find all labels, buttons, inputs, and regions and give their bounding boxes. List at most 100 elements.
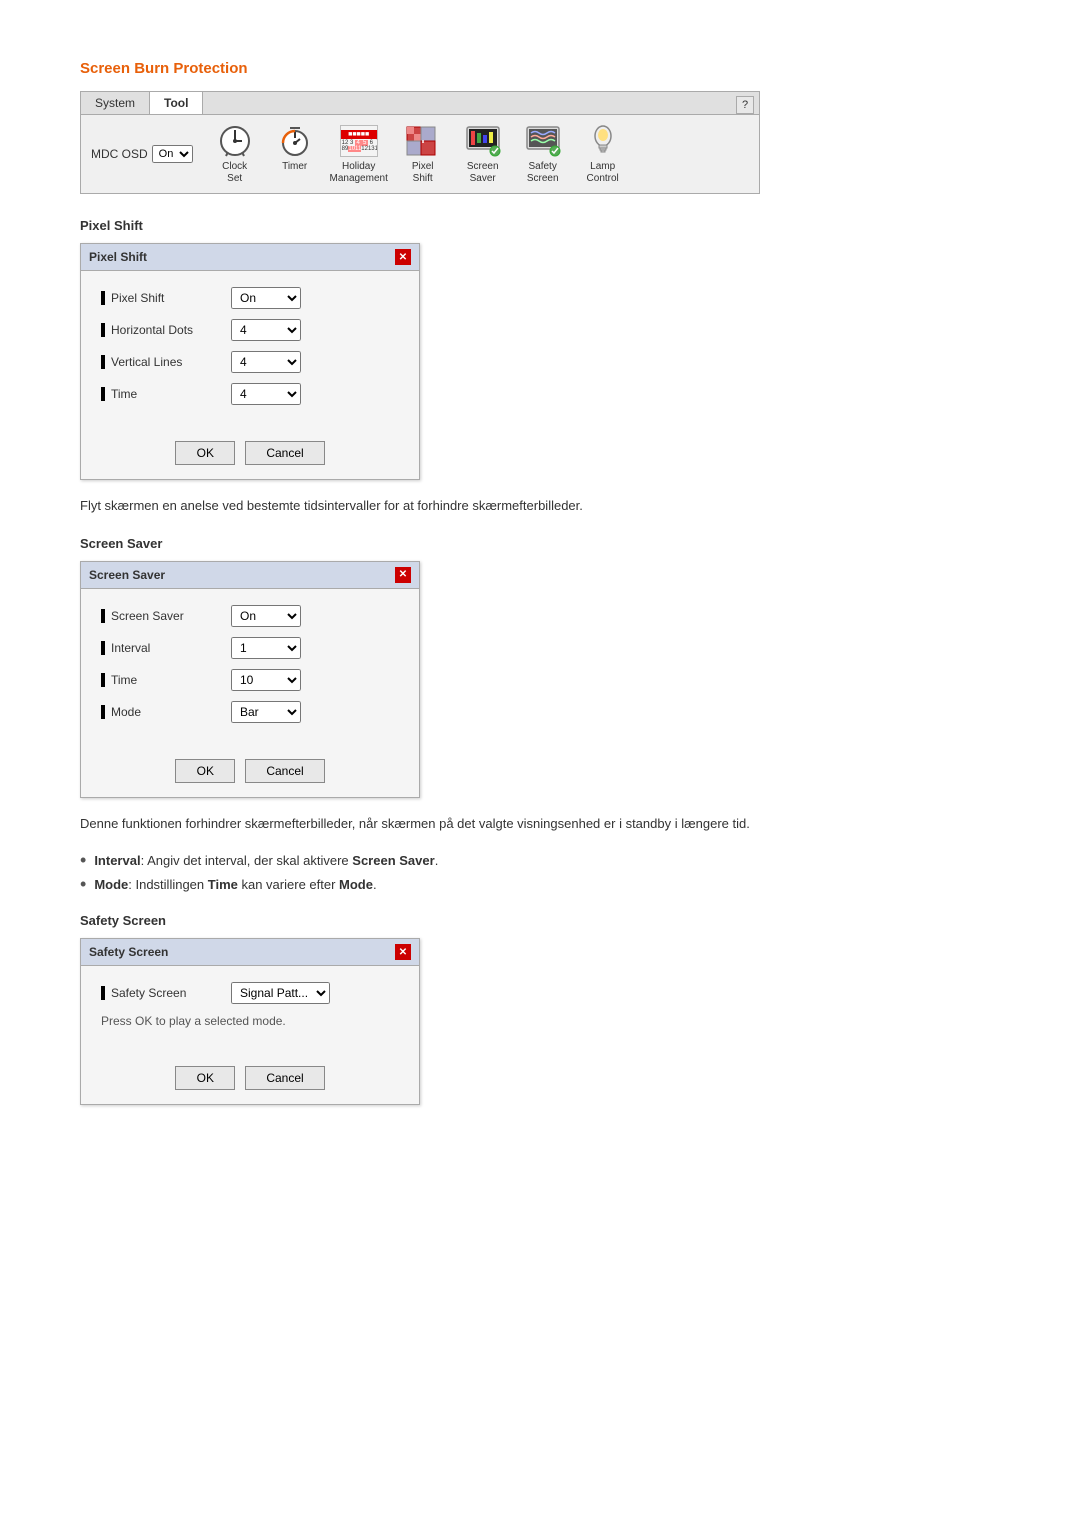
row-indicator	[101, 355, 105, 369]
safety-screen-icon	[523, 123, 563, 159]
timer-icon	[275, 123, 315, 159]
toolbar-item-safety-screen[interactable]: SafetyScreen	[517, 123, 569, 185]
safety-screen-dialog: Safety Screen ✕ Safety Screen Signal Pat…	[80, 938, 420, 1105]
row-indicator	[101, 387, 105, 401]
safety-screen-row-safety: Safety Screen Signal Patt...BarEraserAll…	[101, 982, 399, 1004]
toolbar-item-lamp-control[interactable]: LampControl	[577, 123, 629, 185]
tab-system[interactable]: System	[81, 92, 150, 114]
screen-saver-icon	[463, 123, 503, 159]
screen-saver-dialog: Screen Saver ✕ Screen Saver OnOff Interv…	[80, 561, 420, 798]
safety-screen-dialog-title: Safety Screen	[89, 945, 168, 959]
pixel-shift-label-vertical-lines: Vertical Lines	[101, 355, 231, 369]
screen-saver-label-mode: Mode	[101, 705, 231, 719]
pixel-shift-value-horizontal-dots[interactable]: 4123	[231, 319, 301, 341]
safety-screen-label: SafetyScreen	[527, 161, 559, 185]
pixel-shift-label-pixel-shift: Pixel Shift	[101, 291, 231, 305]
screen-saver-value-mode[interactable]: BarPixelFade	[231, 701, 301, 723]
safety-screen-press-ok-text: Press OK to play a selected mode.	[101, 1014, 399, 1028]
pixel-shift-ok-button[interactable]: OK	[175, 441, 235, 465]
holiday-icon: ■■■■■ 123 45 67 89 1011 1213 14	[335, 123, 383, 159]
screen-saver-value-interval[interactable]: 12510	[231, 637, 301, 659]
safety-screen-footer: OK Cancel	[81, 1056, 419, 1104]
pixel-shift-value-time[interactable]: 4123	[231, 383, 301, 405]
row-indicator	[101, 986, 105, 1000]
toolbar-item-pixel-shift[interactable]: PixelShift	[397, 123, 449, 185]
pixel-shift-footer: OK Cancel	[81, 431, 419, 479]
row-indicator	[101, 323, 105, 337]
pixel-shift-dialog-title: Pixel Shift	[89, 250, 147, 264]
safety-screen-ok-button[interactable]: OK	[175, 1066, 235, 1090]
screen-saver-description: Denne funktionen forhindrer skærmefterbi…	[80, 814, 1000, 834]
screen-saver-label: ScreenSaver	[467, 161, 499, 185]
bullet-mode: • Mode: Indstillingen Time kan variere e…	[80, 877, 1000, 893]
mdc-osd-row: MDC OSD On Off	[91, 145, 193, 163]
pixel-shift-row-vertical-lines: Vertical Lines 4123	[101, 351, 399, 373]
lamp-control-icon	[583, 123, 623, 159]
pixel-shift-label-horizontal-dots: Horizontal Dots	[101, 323, 231, 337]
clock-set-icon	[215, 123, 255, 159]
safety-screen-close-button[interactable]: ✕	[395, 944, 411, 960]
screen-saver-titlebar: Screen Saver ✕	[81, 562, 419, 589]
mdc-osd-label: MDC OSD	[91, 147, 148, 161]
toolbar-item-screen-saver[interactable]: ScreenSaver	[457, 123, 509, 185]
screen-saver-label-interval: Interval	[101, 641, 231, 655]
screen-saver-value-time[interactable]: 101520	[231, 669, 301, 691]
pixel-shift-value-vertical-lines[interactable]: 4123	[231, 351, 301, 373]
pixel-shift-row-horizontal-dots: Horizontal Dots 4123	[101, 319, 399, 341]
pixel-shift-description: Flyt skærmen en anelse ved bestemte tids…	[80, 496, 1000, 516]
screen-saver-close-button[interactable]: ✕	[395, 567, 411, 583]
screen-saver-row-time: Time 101520	[101, 669, 399, 691]
pixel-shift-value-pixel-shift[interactable]: OnOff	[231, 287, 301, 309]
screen-saver-ok-button[interactable]: OK	[175, 759, 235, 783]
toolbar-item-timer[interactable]: Timer	[269, 123, 321, 185]
screen-saver-label-time: Time	[101, 673, 231, 687]
safety-screen-value-safety[interactable]: Signal Patt...BarEraserAll White	[231, 982, 330, 1004]
pixel-shift-close-button[interactable]: ✕	[395, 249, 411, 265]
toolbar-panel: System Tool ? MDC OSD On Off	[80, 91, 760, 194]
bullet-interval-text: Interval: Angiv det interval, der skal a…	[94, 853, 438, 868]
tab-tool[interactable]: Tool	[150, 92, 203, 114]
pixel-shift-label-time: Time	[101, 387, 231, 401]
toolbar-tabs: System Tool ?	[81, 92, 759, 115]
timer-label: Timer	[282, 161, 307, 173]
screen-saver-cancel-button[interactable]: Cancel	[245, 759, 324, 783]
help-button[interactable]: ?	[736, 96, 754, 114]
pixel-shift-label: PixelShift	[412, 161, 434, 185]
screen-saver-label-screen-saver: Screen Saver	[101, 609, 231, 623]
screen-saver-body: Screen Saver OnOff Interval 12510 Time 1…	[81, 589, 419, 749]
pixel-shift-body: Pixel Shift OnOff Horizontal Dots 4123 V…	[81, 271, 419, 431]
toolbar-item-clock-set[interactable]: ClockSet	[209, 123, 261, 185]
safety-screen-titlebar: Safety Screen ✕	[81, 939, 419, 966]
row-indicator	[101, 609, 105, 623]
screen-saver-row-interval: Interval 12510	[101, 637, 399, 659]
screen-saver-value-screen-saver[interactable]: OnOff	[231, 605, 301, 627]
bullet-mode-text: Mode: Indstillingen Time kan variere eft…	[94, 877, 376, 892]
safety-screen-section-title: Safety Screen	[80, 913, 1000, 928]
pixel-shift-section-title: Pixel Shift	[80, 218, 1000, 233]
screen-saver-section-title: Screen Saver	[80, 536, 1000, 551]
bullet-interval: • Interval: Angiv det interval, der skal…	[80, 853, 1000, 869]
toolbar-items: ClockSet Timer	[209, 123, 629, 185]
pixel-shift-dialog: Pixel Shift ✕ Pixel Shift OnOff Horizont…	[80, 243, 420, 480]
bullet-dot-interval: •	[80, 851, 86, 869]
toolbar-body: MDC OSD On Off Clock	[81, 115, 759, 193]
section-title: Screen Burn Protection	[80, 60, 1000, 77]
safety-screen-body: Safety Screen Signal Patt...BarEraserAll…	[81, 966, 419, 1056]
pixel-shift-titlebar: Pixel Shift ✕	[81, 244, 419, 271]
pixel-shift-row-pixel-shift: Pixel Shift OnOff	[101, 287, 399, 309]
lamp-control-label: LampControl	[587, 161, 619, 185]
safety-screen-label-safety: Safety Screen	[101, 986, 231, 1000]
safety-screen-cancel-button[interactable]: Cancel	[245, 1066, 324, 1090]
row-indicator	[101, 291, 105, 305]
pixel-shift-row-time: Time 4123	[101, 383, 399, 405]
pixel-shift-icon	[403, 123, 443, 159]
screen-saver-footer: OK Cancel	[81, 749, 419, 797]
bullet-dot-mode: •	[80, 875, 86, 893]
mdc-osd-select[interactable]: On Off	[152, 145, 193, 163]
toolbar-item-holiday[interactable]: ■■■■■ 123 45 67 89 1011 1213 14 HolidayM…	[329, 123, 389, 185]
holiday-label: HolidayManagement	[329, 161, 387, 185]
screen-saver-row-screen-saver: Screen Saver OnOff	[101, 605, 399, 627]
row-indicator	[101, 705, 105, 719]
pixel-shift-cancel-button[interactable]: Cancel	[245, 441, 324, 465]
row-indicator	[101, 673, 105, 687]
